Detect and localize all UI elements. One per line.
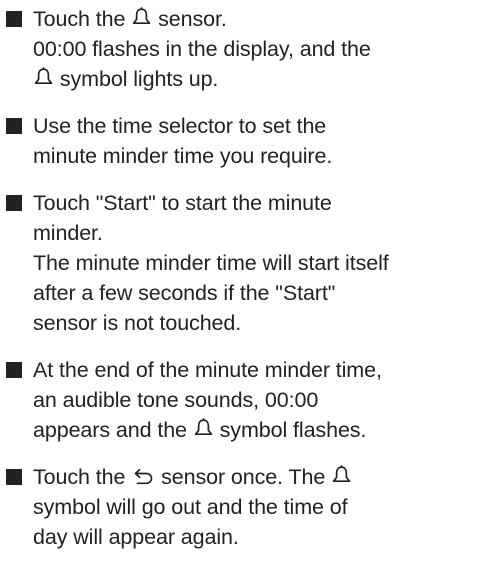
instruction-text: Touch "Start" to start the minute [33,191,332,215]
instruction-text: symbol lights up. [54,67,219,91]
instruction-step: Use the time selector to set the minute m… [6,111,483,171]
instruction-line: symbol lights up. [33,64,483,94]
instruction-line: Use the time selector to set the [33,111,483,141]
square-bullet-icon [6,118,22,134]
square-bullet-icon [6,11,22,27]
square-bullet-icon [6,195,22,211]
bell-icon [194,418,213,439]
instruction-step: Touch "Start" to start the minute minder.… [6,188,483,338]
instruction-text: minder. [33,221,103,245]
instruction-line: The minute minder time will start itself [33,248,483,278]
instruction-text: sensor. [152,7,227,31]
instruction-text: Touch the [33,465,132,489]
instruction-step: Touch the sensor. 00:00 flashes in the di… [6,4,483,94]
instruction-line: after a few seconds if the "Start" [33,278,483,308]
square-bullet-icon [6,469,22,485]
instruction-text: sensor once. The [155,465,332,489]
instruction-step: At the end of the minute minder time, an … [6,355,483,445]
instruction-text: symbol flashes. [213,418,367,442]
instruction-line: Touch the sensor. [33,4,483,34]
instruction-line: day will appear again. [33,522,483,552]
instruction-text: minute minder time you require. [33,144,333,168]
square-bullet-icon [6,362,22,378]
instruction-text: an audible tone sounds, 00:00 [33,388,319,412]
instruction-text: 00:00 flashes in the display, and the [33,37,371,61]
instruction-text: The minute minder time will start itself [33,251,389,275]
bell-icon [332,465,351,486]
instruction-text: Use the time selector to set the [33,114,327,138]
instruction-text: At the end of the minute minder time, [33,358,382,382]
instruction-text: sensor is not touched. [33,311,242,335]
instruction-line: minute minder time you require. [33,141,483,171]
instruction-line: Touch the sensor once. The [33,462,483,492]
bell-icon [132,7,151,28]
instruction-text: day will appear again. [33,525,239,549]
instruction-step: Touch the sensor once. The symbol will g… [6,462,483,552]
instruction-text: Touch the [33,7,132,31]
instruction-line: sensor is not touched. [33,308,483,338]
back-arrow-icon [132,468,154,486]
instruction-line: an audible tone sounds, 00:00 [33,385,483,415]
instruction-line: 00:00 flashes in the display, and the [33,34,483,64]
instruction-line: Touch "Start" to start the minute [33,188,483,218]
instruction-text: appears and the [33,418,193,442]
bell-icon [34,67,53,88]
instruction-line: symbol will go out and the time of [33,492,483,522]
instruction-text: after a few seconds if the "Start" [33,281,336,305]
instruction-line: At the end of the minute minder time, [33,355,483,385]
instruction-list: Touch the sensor. 00:00 flashes in the di… [6,4,483,552]
instruction-line: appears and the symbol flashes. [33,415,483,445]
instruction-text: symbol will go out and the time of [33,495,348,519]
instruction-line: minder. [33,218,483,248]
